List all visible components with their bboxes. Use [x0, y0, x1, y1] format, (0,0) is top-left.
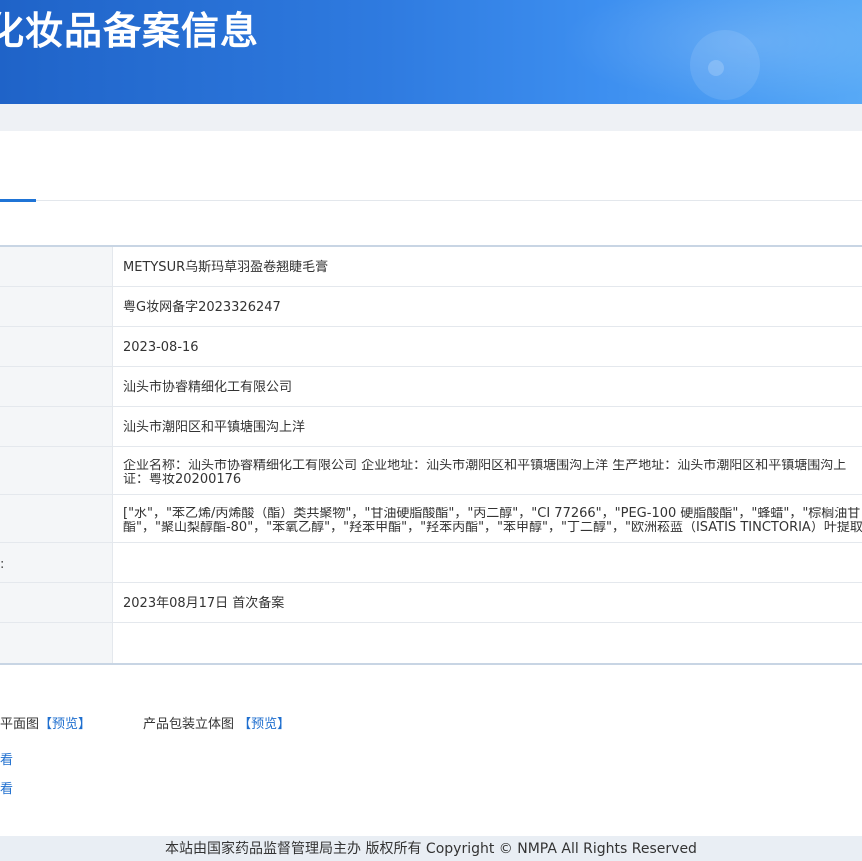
- page-title: 化妆品备案信息: [0, 9, 260, 53]
- view-link[interactable]: 看: [0, 749, 13, 768]
- tab-bar: [0, 131, 862, 202]
- flat-image-label: 平面图: [0, 717, 40, 732]
- registrant-address-value: 汕头市潮阳区和平镇塘围沟上洋: [123, 420, 306, 435]
- manufacturer-info-line: 证：粤妆20200176: [123, 473, 242, 487]
- record-status-value: 2023年08月17日 首次备案: [123, 596, 285, 611]
- table-row: 汕头市潮阳区和平镇塘围沟上洋: [0, 407, 862, 447]
- stereo-image-preview-link[interactable]: 【预览】: [238, 717, 290, 732]
- breadcrumb-strip: [0, 104, 862, 131]
- table-row: 2023-08-16: [0, 327, 862, 367]
- active-tab-indicator: [0, 199, 36, 202]
- table-row: 企业名称：汕头市协睿精细化工有限公司 企业地址：汕头市潮阳区和平镇塘围沟上洋 生…: [0, 447, 862, 495]
- row-label: [0, 327, 113, 366]
- row-label: [0, 495, 113, 542]
- banner-bubble: [690, 30, 760, 100]
- banner-bubble-small: [708, 60, 724, 76]
- footer: 本站由国家药品监督管理局主办 版权所有 Copyright © NMPA All…: [0, 836, 862, 861]
- table-row: 汕头市协睿精细化工有限公司: [0, 367, 862, 407]
- manufacturer-info-value: 企业名称：汕头市协睿精细化工有限公司 企业地址：汕头市潮阳区和平镇塘围沟上洋 生…: [113, 447, 862, 494]
- ingredients-line: ["水"，"苯乙烯/丙烯酸（酯）类共聚物"，"甘油硬脂酸酯"，"丙二醇"，"CI…: [123, 507, 861, 521]
- footer-copyright: 本站由国家药品监督管理局主办 版权所有 Copyright © NMPA All…: [165, 841, 697, 857]
- row-value: [113, 543, 862, 582]
- record-date-value: 2023-08-16: [123, 340, 199, 355]
- table-row: 2023年08月17日 首次备案: [0, 583, 862, 623]
- row-label: [0, 447, 113, 494]
- table-row: [0, 623, 862, 663]
- row-label: [0, 583, 113, 622]
- registrant-value: 汕头市协睿精细化工有限公司: [123, 380, 293, 395]
- view-link[interactable]: 看: [0, 778, 13, 797]
- table-row: ["水"，"苯乙烯/丙烯酸（酯）类共聚物"，"甘油硬脂酸酯"，"丙二醇"，"CI…: [0, 495, 862, 543]
- table-row: METYSUR乌斯玛草羽盈卷翘睫毛膏: [0, 247, 862, 287]
- row-label: [0, 407, 113, 446]
- stereo-image-attachment: 产品包装立体图 【预览】: [143, 713, 290, 732]
- row-label: :: [0, 543, 113, 582]
- record-number-value: 粤G妆网备字2023326247: [123, 300, 281, 315]
- row-label: [0, 367, 113, 406]
- record-info-table: METYSUR乌斯玛草羽盈卷翘睫毛膏 粤G妆网备字2023326247 2023…: [0, 245, 862, 665]
- row-label: [0, 287, 113, 326]
- manufacturer-info-line: 企业名称：汕头市协睿精细化工有限公司 企业地址：汕头市潮阳区和平镇塘围沟上洋 生…: [123, 459, 847, 473]
- stereo-image-label: 产品包装立体图: [143, 717, 235, 732]
- table-row: :: [0, 543, 862, 583]
- ingredients-value: ["水"，"苯乙烯/丙烯酸（酯）类共聚物"，"甘油硬脂酸酯"，"丙二醇"，"CI…: [113, 495, 862, 542]
- table-row: 粤G妆网备字2023326247: [0, 287, 862, 327]
- row-value: [113, 623, 862, 663]
- flat-image-attachment: 平面图【预览】: [0, 713, 91, 732]
- header-banner: 化妆品备案信息: [0, 0, 862, 104]
- flat-image-preview-link[interactable]: 【预览】: [39, 717, 91, 732]
- row-label: [0, 247, 113, 286]
- row-label: [0, 623, 113, 663]
- product-name-value: METYSUR乌斯玛草羽盈卷翘睫毛膏: [123, 260, 329, 275]
- ingredients-line: 酯"，"聚山梨醇酯-80"，"苯氧乙醇"，"羟苯甲酯"，"羟苯丙酯"，"苯甲醇"…: [123, 521, 862, 535]
